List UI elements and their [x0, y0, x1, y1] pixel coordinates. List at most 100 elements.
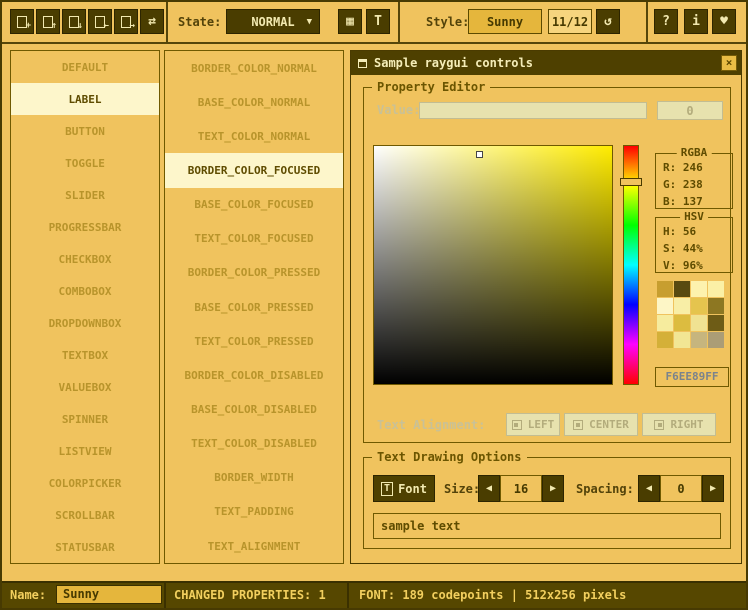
palette-swatch[interactable] — [691, 315, 707, 331]
controls-list-item[interactable]: CHECKBOX — [11, 243, 159, 275]
style-counter: 11/12 — [548, 9, 592, 34]
reload-style-button[interactable]: ↺ — [596, 9, 620, 34]
properties-list-item-selected[interactable]: BORDER_COLOR_FOCUSED — [165, 153, 343, 187]
size-value-box[interactable]: 16 — [500, 475, 542, 502]
font-editor-button[interactable]: T — [366, 9, 390, 34]
sample-text-input[interactable]: sample text — [373, 513, 721, 539]
status-bar: Name: Sunny CHANGED PROPERTIES: 1 FONT: … — [2, 581, 746, 608]
properties-list-item[interactable]: TEXT_COLOR_DISABLED — [165, 427, 343, 461]
properties-list-item[interactable]: BASE_COLOR_PRESSED — [165, 290, 343, 324]
palette-swatch[interactable] — [691, 332, 707, 348]
sample-window-titlebar[interactable]: Sample raygui controls — [351, 51, 741, 75]
controls-list-item[interactable]: COMBOBOX — [11, 275, 159, 307]
changed-properties-status: CHANGED PROPERTIES: 1 — [174, 587, 326, 603]
controls-list-item[interactable]: VALUEBOX — [11, 371, 159, 403]
properties-list-item[interactable]: BORDER_COLOR_NORMAL — [165, 51, 343, 85]
spacing-decrease-button[interactable]: ◀ — [638, 475, 660, 502]
controls-list-item[interactable]: TOGGLE — [11, 147, 159, 179]
controls-list-item[interactable]: STATUSBAR — [11, 531, 159, 563]
size-decrease-button[interactable]: ◀ — [478, 475, 500, 502]
properties-list-item[interactable]: BASE_COLOR_DISABLED — [165, 392, 343, 426]
controls-list-item[interactable]: PROGRESSBAR — [11, 211, 159, 243]
random-style-button[interactable]: ⇄ — [140, 9, 164, 34]
palette-swatch[interactable] — [657, 298, 673, 314]
style-name-input[interactable]: Sunny — [56, 585, 162, 604]
save-file-button[interactable]: ↓ — [62, 9, 86, 34]
hue-slider-handle[interactable] — [620, 178, 642, 186]
help-button[interactable]: ? — [654, 9, 678, 34]
controls-list-item[interactable]: COLORPICKER — [11, 467, 159, 499]
palette-swatch[interactable] — [674, 298, 690, 314]
controls-list-item[interactable]: BUTTON — [11, 115, 159, 147]
properties-list-item[interactable]: BORDER_COLOR_DISABLED — [165, 358, 343, 392]
controls-list-item[interactable]: SLIDER — [11, 179, 159, 211]
style-table-button[interactable]: ▦ — [338, 9, 362, 34]
value-box[interactable]: 0 — [657, 101, 723, 120]
size-increase-button[interactable]: ▶ — [542, 475, 564, 502]
rgba-group-label: RGBA — [677, 146, 712, 160]
import-style-button[interactable]: ← — [88, 9, 112, 34]
palette-swatch[interactable] — [708, 298, 724, 314]
palette-swatch[interactable] — [674, 281, 690, 297]
close-button[interactable]: × — [721, 55, 737, 71]
palette-swatch[interactable] — [708, 332, 724, 348]
spacing-label: Spacing: — [576, 481, 634, 497]
new-file-button[interactable]: + — [10, 9, 34, 34]
align-left-button[interactable]: LEFT — [506, 413, 560, 436]
properties-list-item[interactable]: BORDER_COLOR_PRESSED — [165, 256, 343, 290]
load-file-button[interactable]: ↑ — [36, 9, 60, 34]
spacing-increase-button[interactable]: ▶ — [702, 475, 724, 502]
properties-list-item[interactable]: TEXT_COLOR_PRESSED — [165, 324, 343, 358]
properties-list-item[interactable]: TEXT_PADDING — [165, 495, 343, 529]
palette-swatch[interactable] — [657, 332, 673, 348]
palette-swatch[interactable] — [657, 315, 673, 331]
palette-swatch[interactable] — [708, 281, 724, 297]
toolbar-divider — [398, 2, 400, 42]
align-center-button[interactable]: CENTER — [564, 413, 638, 436]
properties-list-item[interactable]: BASE_COLOR_FOCUSED — [165, 188, 343, 222]
controls-list-item[interactable]: SPINNER — [11, 403, 159, 435]
close-icon: × — [726, 56, 733, 69]
text-drawing-options-label: Text Drawing Options — [372, 450, 527, 464]
controls-list-item[interactable]: SCROLLBAR — [11, 499, 159, 531]
toolbar-divider — [166, 2, 168, 42]
rguistyler-app: + ↑ ↓ ← → ⇄ State: NORMAL ▼ ▦ T Style: — [0, 0, 748, 610]
value-slider[interactable] — [419, 102, 647, 119]
export-style-button[interactable]: → — [114, 9, 138, 34]
saturation-value-picker[interactable] — [373, 145, 613, 385]
chevron-down-icon: ▼ — [307, 17, 312, 27]
palette-swatch[interactable] — [674, 315, 690, 331]
controls-list-item-selected[interactable]: LABEL — [11, 83, 159, 115]
properties-list-item[interactable]: TEXT_ALIGNMENT — [165, 529, 343, 563]
font-button[interactable]: T Font — [373, 475, 435, 502]
properties-list-item[interactable]: BASE_COLOR_NORMAL — [165, 85, 343, 119]
properties-list-item[interactable]: TEXT_COLOR_NORMAL — [165, 119, 343, 153]
align-center-icon — [573, 420, 583, 430]
state-dropdown[interactable]: NORMAL ▼ — [226, 9, 320, 34]
align-right-icon — [654, 420, 664, 430]
properties-list-item[interactable]: BORDER_WIDTH — [165, 461, 343, 495]
properties-list-item[interactable]: TEXT_COLOR_FOCUSED — [165, 222, 343, 256]
palette-swatch[interactable] — [691, 281, 707, 297]
spacing-value-box[interactable]: 0 — [660, 475, 702, 502]
align-right-button[interactable]: RIGHT — [642, 413, 716, 436]
color-picker-marker[interactable] — [476, 151, 483, 158]
palette-swatch[interactable] — [674, 332, 690, 348]
controls-list-item[interactable]: DROPDOWNBOX — [11, 307, 159, 339]
sponsor-button[interactable]: ♥ — [712, 9, 736, 34]
hsv-group: HSV H: 56 S: 44% V: 96% — [655, 217, 733, 273]
palette-swatch[interactable] — [708, 315, 724, 331]
hex-color-input[interactable]: F6EE89FF — [655, 367, 729, 387]
info-button[interactable]: i — [684, 9, 708, 34]
style-color-palette — [657, 281, 724, 348]
controls-list-item[interactable]: TEXTBOX — [11, 339, 159, 371]
controls-list-item[interactable]: DEFAULT — [11, 51, 159, 83]
style-name-button[interactable]: Sunny — [468, 9, 542, 34]
font-T-icon: T — [381, 482, 393, 496]
hsv-saturation-value: S: 44% — [656, 241, 732, 256]
palette-swatch[interactable] — [691, 298, 707, 314]
controls-list-item[interactable]: LISTVIEW — [11, 435, 159, 467]
palette-swatch[interactable] — [657, 281, 673, 297]
hsv-value-value: V: 96% — [656, 258, 732, 273]
rgba-blue-value: B: 137 — [656, 194, 732, 209]
